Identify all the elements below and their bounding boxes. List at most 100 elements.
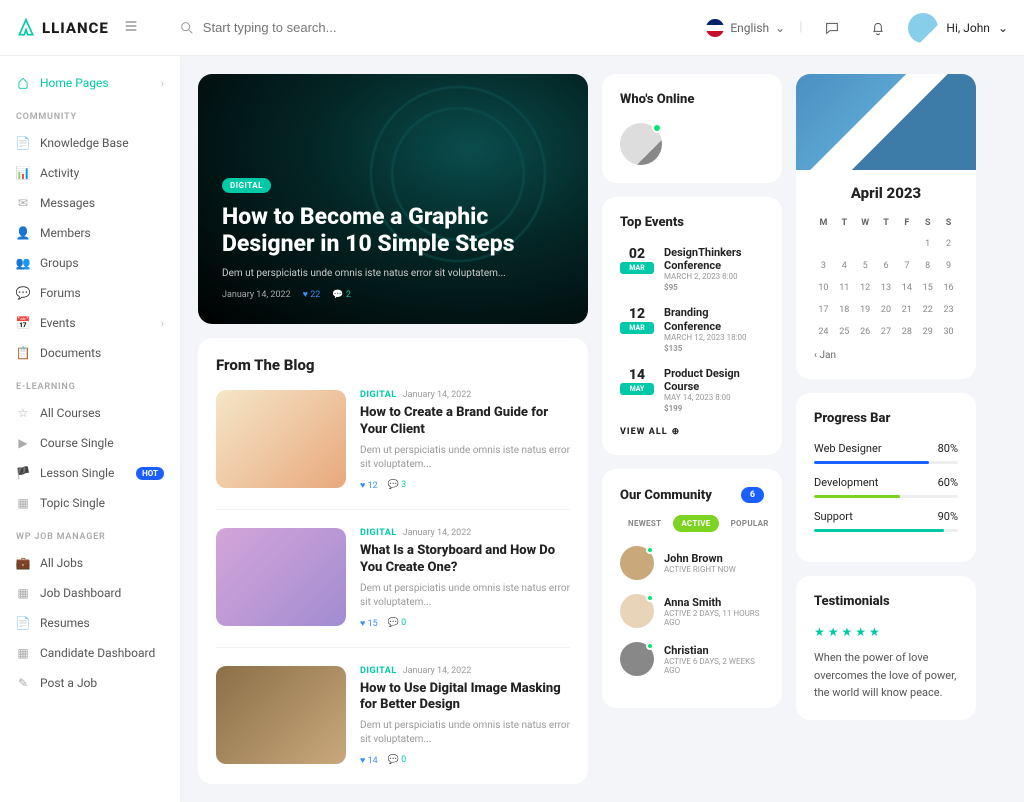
calendar-day[interactable]: 25: [835, 322, 854, 342]
star-rating-icon: ★ ★ ★ ★ ★: [814, 625, 958, 639]
filter-newest[interactable]: NEWEST: [620, 515, 669, 532]
filter-popular[interactable]: POPULAR: [723, 515, 777, 532]
sidebar-item-groups[interactable]: 👥Groups: [0, 248, 180, 278]
hero-category: DIGITAL: [222, 178, 271, 193]
sidebar-item-documents[interactable]: 📋Documents: [0, 338, 180, 368]
hero-card[interactable]: DIGITAL How to Become a Graphic Designer…: [198, 74, 588, 324]
progress-label: Development: [814, 476, 878, 489]
event-datetime: MAY 14, 2023 8:00: [664, 393, 764, 402]
calendar-day[interactable]: 27: [877, 322, 896, 342]
online-user-avatar[interactable]: [620, 123, 662, 165]
calendar-day[interactable]: 8: [918, 256, 937, 276]
hero-title: How to Become a Graphic Designer in 10 S…: [222, 203, 564, 258]
calendar-day[interactable]: 30: [939, 322, 958, 342]
calendar-day[interactable]: 18: [835, 300, 854, 320]
calendar-day[interactable]: 22: [918, 300, 937, 320]
sidebar-item-post-a-job[interactable]: ✎Post a Job: [0, 668, 180, 698]
calendar-day[interactable]: 19: [856, 300, 875, 320]
calendar-day[interactable]: 26: [856, 322, 875, 342]
calendar-day[interactable]: 29: [918, 322, 937, 342]
menu-icon: 👥: [16, 256, 30, 270]
calendar-day[interactable]: 6: [877, 256, 896, 276]
bell-icon[interactable]: [862, 12, 894, 44]
calendar-day[interactable]: 21: [897, 300, 916, 320]
menu-icon: ▦: [16, 496, 30, 510]
online-status-dot: [646, 594, 654, 602]
testimonial-quote: When the power of love overcomes the lov…: [814, 649, 958, 702]
sidebar-item-all-courses[interactable]: ☆All Courses: [0, 398, 180, 428]
chevron-right-icon: ›: [161, 317, 164, 330]
calendar-day[interactable]: 15: [918, 278, 937, 298]
calendar-day[interactable]: 10: [814, 278, 833, 298]
online-status-dot: [646, 642, 654, 650]
blog-post[interactable]: DIGITALJanuary 14, 2022How to Use Digita…: [216, 666, 570, 767]
event-month: MAR: [620, 322, 654, 334]
member-item[interactable]: John BrownACTIVE RIGHT NOW: [620, 546, 764, 580]
calendar-day[interactable]: 1: [918, 234, 937, 254]
calendar-day[interactable]: 2: [939, 234, 958, 254]
sidebar-item-resumes[interactable]: 📄Resumes: [0, 608, 180, 638]
calendar-day[interactable]: 24: [814, 322, 833, 342]
blog-thumbnail: [216, 528, 346, 626]
calendar-day[interactable]: 28: [897, 322, 916, 342]
menu-toggle-icon[interactable]: [123, 18, 139, 38]
sidebar-item-lesson-single[interactable]: 🏴Lesson SingleHOT: [0, 458, 180, 488]
sidebar-item-topic-single[interactable]: ▦Topic Single: [0, 488, 180, 518]
top-events-card: Top Events 02MARDesignThinkers Conferenc…: [602, 197, 782, 455]
comment-icon[interactable]: 💬 0: [388, 755, 407, 766]
calendar-weekday: F: [897, 214, 916, 232]
calendar-day[interactable]: 16: [939, 278, 958, 298]
calendar-day[interactable]: 12: [856, 278, 875, 298]
chat-icon[interactable]: [816, 12, 848, 44]
calendar-day[interactable]: 7: [897, 256, 916, 276]
blog-thumbnail: [216, 390, 346, 488]
member-item[interactable]: Anna SmithACTIVE 2 DAYS, 11 HOURS AGO: [620, 594, 764, 628]
calendar-day[interactable]: 20: [877, 300, 896, 320]
progress-percent: 60%: [938, 476, 958, 489]
hot-badge: HOT: [136, 467, 164, 480]
sidebar-item-candidate-dashboard[interactable]: ▦Candidate Dashboard: [0, 638, 180, 668]
sidebar-item-job-dashboard[interactable]: ▦Job Dashboard: [0, 578, 180, 608]
calendar-day[interactable]: 11: [835, 278, 854, 298]
blog-post[interactable]: DIGITALJanuary 14, 2022How to Create a B…: [216, 390, 570, 510]
calendar-day[interactable]: 4: [835, 256, 854, 276]
like-icon[interactable]: ♥ 12: [360, 480, 378, 491]
filter-active[interactable]: ACTIVE: [673, 515, 718, 532]
sidebar-item-all-jobs[interactable]: 💼All Jobs: [0, 548, 180, 578]
user-menu[interactable]: Hi, John ⌄: [908, 13, 1008, 43]
sidebar-item-events[interactable]: 📅Events›: [0, 308, 180, 338]
calendar-day[interactable]: 3: [814, 256, 833, 276]
sidebar-item-activity[interactable]: 📊Activity: [0, 158, 180, 188]
like-icon[interactable]: ♥ 14: [360, 755, 378, 766]
search-input[interactable]: [203, 20, 503, 35]
calendar-day[interactable]: 5: [856, 256, 875, 276]
brand-logo[interactable]: LLIANCE: [16, 18, 109, 38]
language-selector[interactable]: English ⌄: [706, 19, 785, 37]
community-card: Our Community 6 NEWESTACTIVEPOPULAR John…: [602, 469, 782, 708]
calendar-day[interactable]: 17: [814, 300, 833, 320]
calendar-day[interactable]: 9: [939, 256, 958, 276]
calendar-day[interactable]: 14: [897, 278, 916, 298]
sidebar-item-forums[interactable]: 💬Forums: [0, 278, 180, 308]
comment-icon[interactable]: 💬 3: [388, 480, 407, 491]
sidebar-item-knowledge-base[interactable]: 📄Knowledge Base: [0, 128, 180, 158]
post-category: DIGITAL: [360, 390, 397, 400]
sidebar-item-home[interactable]: Home Pages ›: [0, 68, 180, 98]
calendar-prev[interactable]: ‹ Jan: [814, 350, 958, 361]
calendar-day[interactable]: 23: [939, 300, 958, 320]
member-item[interactable]: ChristianACTIVE 6 DAYS, 2 WEEKS AGO: [620, 642, 764, 676]
calendar-day[interactable]: 13: [877, 278, 896, 298]
event-day: 12: [620, 306, 654, 322]
like-icon[interactable]: ♥ 15: [360, 618, 378, 629]
events-view-all[interactable]: VIEW ALL ⊕: [620, 427, 764, 437]
event-item[interactable]: 02MARDesignThinkers ConferenceMARCH 2, 2…: [620, 246, 764, 292]
calendar-weekday: T: [835, 214, 854, 232]
sidebar-item-course-single[interactable]: ▶Course Single: [0, 428, 180, 458]
event-item[interactable]: 14MAYProduct Design CourseMAY 14, 2023 8…: [620, 367, 764, 413]
sidebar-item-members[interactable]: 👤Members: [0, 218, 180, 248]
event-item[interactable]: 12MARBranding ConferenceMARCH 12, 2023 1…: [620, 306, 764, 352]
sidebar-item-messages[interactable]: ✉Messages: [0, 188, 180, 218]
comment-icon[interactable]: 💬 0: [388, 618, 407, 629]
progress-percent: 90%: [938, 510, 958, 523]
blog-post[interactable]: DIGITALJanuary 14, 2022What Is a Storybo…: [216, 528, 570, 648]
